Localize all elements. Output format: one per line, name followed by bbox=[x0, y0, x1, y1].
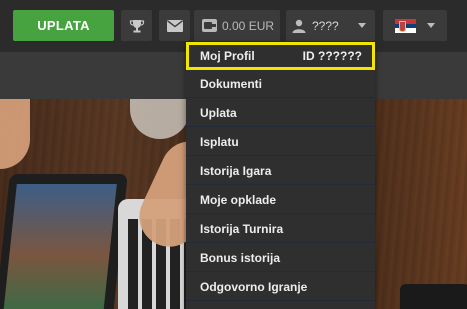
user-account-dropdown[interactable]: ???? bbox=[286, 10, 375, 41]
serbia-flag-icon bbox=[395, 18, 416, 33]
menu-item-my-profile[interactable]: Moj Profil ID ?????? bbox=[186, 42, 375, 70]
trophy-button[interactable] bbox=[121, 10, 152, 41]
tablet-shape bbox=[0, 174, 128, 309]
chevron-down-icon bbox=[358, 23, 366, 28]
wallet-icon bbox=[202, 19, 217, 32]
menu-item-deposit[interactable]: Uplata bbox=[186, 99, 375, 127]
trophy-icon bbox=[129, 19, 144, 32]
mail-icon bbox=[166, 19, 183, 32]
balance-amount: 0.00 EUR bbox=[222, 18, 275, 33]
menu-item-documents[interactable]: Dokumenti bbox=[186, 70, 375, 98]
menu-item-tournament-history[interactable]: Istorija Turnira bbox=[186, 215, 375, 243]
menu-item-responsible-gaming[interactable]: Odgovorno Igranje bbox=[186, 273, 375, 301]
menu-item-game-history[interactable]: Istorija Igara bbox=[186, 157, 375, 185]
user-icon bbox=[292, 19, 306, 33]
username-label: ???? bbox=[312, 18, 339, 33]
deposit-button[interactable]: UPLATA bbox=[13, 10, 114, 41]
menu-item-withdraw[interactable]: Isplatu bbox=[186, 128, 375, 156]
balance-display[interactable]: 0.00 EUR bbox=[194, 10, 280, 41]
language-selector[interactable] bbox=[383, 10, 447, 41]
phone-shape bbox=[400, 284, 467, 309]
menu-item-label: Moj Profil bbox=[200, 49, 255, 63]
menu-item-my-bets[interactable]: Moje opklade bbox=[186, 186, 375, 214]
tablet-screen bbox=[3, 184, 117, 309]
chevron-down-icon bbox=[427, 23, 435, 28]
profile-dropdown-menu: Moj Profil ID ?????? Dokumenti Uplata Is… bbox=[186, 42, 375, 309]
mail-button[interactable] bbox=[159, 10, 190, 41]
user-id-label: ID ?????? bbox=[302, 49, 362, 63]
menu-item-bonus-history[interactable]: Bonus istorija bbox=[186, 244, 375, 272]
